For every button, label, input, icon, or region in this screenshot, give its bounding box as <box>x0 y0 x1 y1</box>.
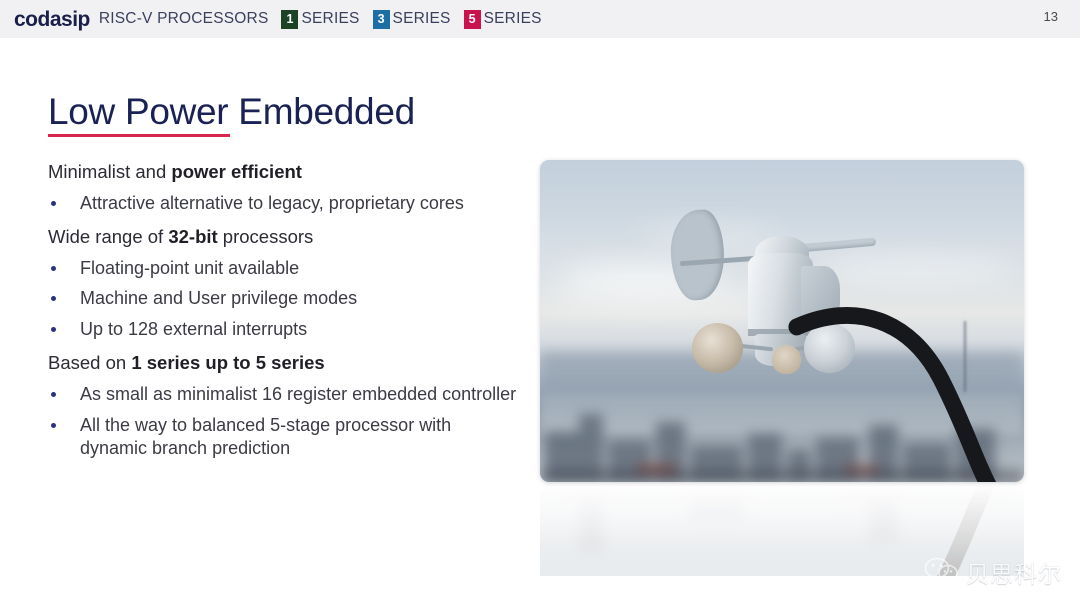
bullet-dot-icon <box>51 422 56 428</box>
wind-vane-tail <box>668 208 727 302</box>
content-column: Minimalist and power efficient Attractive… <box>48 160 518 468</box>
bullet-item: As small as minimalist 16 register embed… <box>48 383 518 407</box>
bullet-text: All the way to balanced 5-stage processo… <box>80 414 452 459</box>
page-title: Low Power Embedded <box>48 91 415 132</box>
lead-emphasis: 1 series up to 5 series <box>131 351 325 373</box>
title-underline <box>48 134 230 137</box>
bullet-dot-icon <box>51 391 56 397</box>
series-label-5: SERIES <box>483 10 542 27</box>
series-badge-1: 1 <box>281 9 299 29</box>
anemometer-cup-left <box>692 322 744 373</box>
series-badge-3: 3 <box>372 9 390 29</box>
bullet-text: Machine and User privilege modes <box>80 288 358 309</box>
series-badge-1-group: 1 SERIES <box>281 9 360 29</box>
bullet-item: All the way to balanced 5-stage processo… <box>48 414 518 462</box>
sensor-cable <box>788 306 997 482</box>
wechat-icon <box>924 557 960 588</box>
lead-line: Wide range of 32-bit processors <box>48 225 518 250</box>
bullet-item: Attractive alternative to legacy, propri… <box>48 192 518 216</box>
bullet-dot-icon <box>51 265 56 271</box>
bullet-text: As small as minimalist 16 register embed… <box>80 383 517 404</box>
codasip-logo: codasip <box>14 7 90 31</box>
bullet-dot-icon <box>51 200 56 206</box>
bullet-item: Machine and User privilege modes <box>48 287 518 311</box>
bullet-dot-icon <box>51 296 56 302</box>
lead-text: Minimalist and <box>48 161 172 182</box>
wechat-watermark: 贝思科尔 <box>924 555 1062 589</box>
bullet-text: Up to 128 external interrupts <box>80 319 308 340</box>
watermark-text: 贝思科尔 <box>966 562 1062 588</box>
series-badge-5-group: 5 SERIES <box>463 9 542 29</box>
bullet-item: Floating-point unit available <box>48 257 518 281</box>
series-label-1: SERIES <box>301 10 360 27</box>
bullet-dot-icon <box>51 327 56 333</box>
lead-emphasis: power efficient <box>171 161 302 182</box>
anemometer-photo <box>540 160 1024 482</box>
page-number: 13 <box>1043 9 1058 24</box>
bullet-text: Attractive alternative to legacy, propri… <box>80 192 464 213</box>
wind-vane-nose <box>798 238 877 253</box>
series-badge-3-group: 3 SERIES <box>372 9 451 29</box>
bullet-text: Floating-point unit available <box>80 257 300 278</box>
lead-emphasis: 32-bit <box>168 225 218 247</box>
header-subtitle: RISC-V PROCESSORS <box>98 10 269 27</box>
header-bar: codasip RISC-V PROCESSORS 1 SERIES 3 SER… <box>0 0 1080 38</box>
lead-tail: processors <box>217 225 314 247</box>
lead-line: Based on 1 series up to 5 series <box>48 351 518 376</box>
series-label-3: SERIES <box>392 10 451 27</box>
bullet-item: Up to 128 external interrupts <box>48 318 518 342</box>
lead-text: Based on <box>48 351 132 373</box>
anemometer-device <box>540 160 1024 482</box>
series-badge-5: 5 <box>463 9 481 29</box>
lead-text: Wide range of <box>48 225 169 247</box>
lead-line: Minimalist and power efficient <box>48 160 518 185</box>
